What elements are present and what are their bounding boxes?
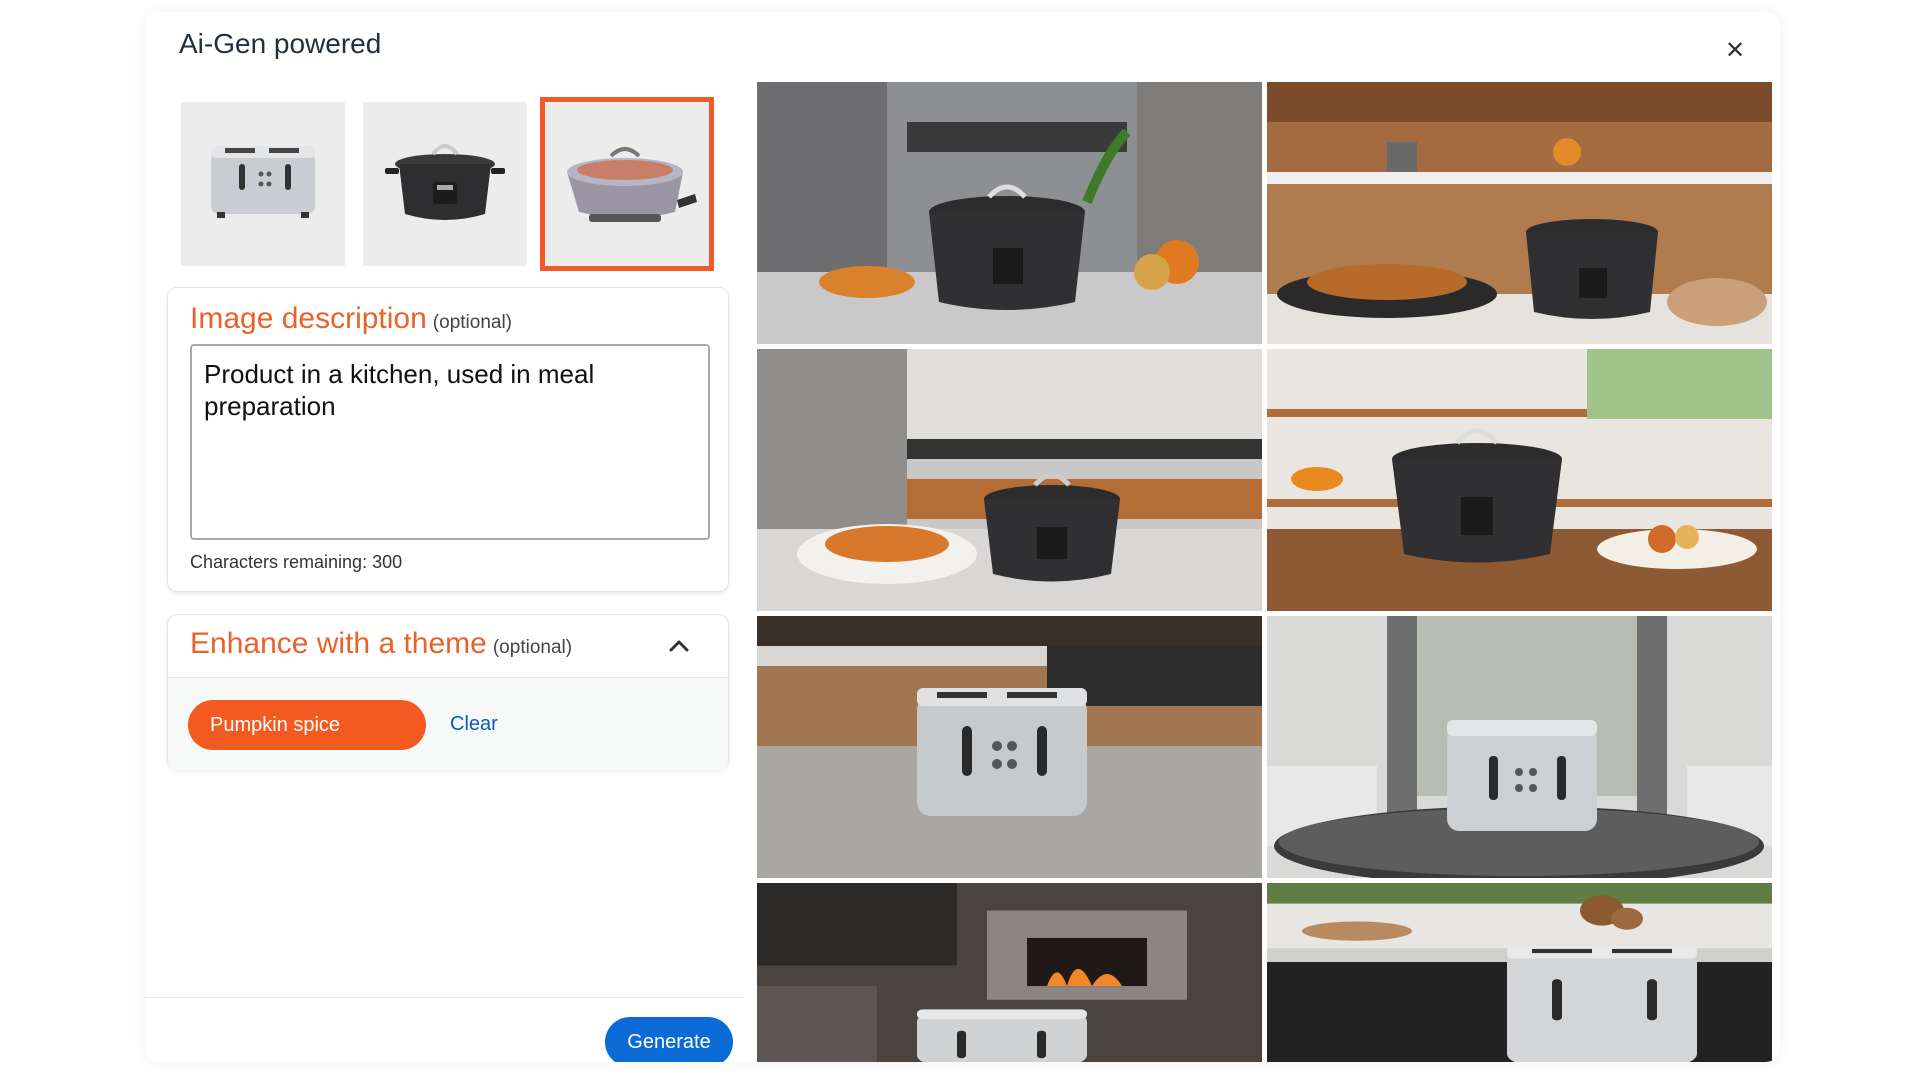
- theme-body: Pumpkin spice Clear: [168, 678, 728, 770]
- ai-gen-modal: Ai-Gen powered ✕ Image description (opti…: [145, 12, 1780, 1062]
- generated-image-4[interactable]: [1267, 349, 1772, 611]
- image-description-input[interactable]: Product in a kitchen, used in meal prepa…: [190, 344, 710, 540]
- optional-label: (optional): [492, 637, 573, 658]
- optional-label: (optional): [432, 312, 513, 333]
- thumbnail-electric-skillet[interactable]: [540, 97, 714, 271]
- generated-image-8[interactable]: [1267, 883, 1772, 1062]
- generated-image-2[interactable]: [1267, 82, 1772, 344]
- close-icon[interactable]: ✕: [1722, 38, 1748, 64]
- generated-image-3[interactable]: [757, 349, 1262, 611]
- characters-remaining: Characters remaining: 300: [190, 552, 403, 572]
- product-thumbnails: [181, 97, 714, 271]
- footer-divider: [145, 997, 745, 998]
- thumbnail-slow-cooker[interactable]: [363, 102, 527, 266]
- thumbnail-toaster[interactable]: [181, 102, 345, 266]
- image-description-card: Image description (optional) Product in a…: [167, 287, 729, 592]
- generate-button[interactable]: Generate: [605, 1017, 733, 1062]
- clear-theme-link[interactable]: Clear: [450, 713, 498, 736]
- generated-images-grid: [757, 82, 1772, 1062]
- chevron-up-icon[interactable]: [666, 633, 692, 659]
- left-panel: Image description (optional) Product in a…: [145, 82, 745, 1062]
- theme-label: Enhance with a theme: [190, 627, 487, 660]
- generated-image-6[interactable]: [1267, 616, 1772, 878]
- generated-image-7[interactable]: [757, 883, 1262, 1062]
- theme-header[interactable]: Enhance with a theme (optional): [168, 615, 728, 678]
- theme-card: Enhance with a theme (optional) Pumpkin s…: [167, 614, 729, 770]
- generated-image-5[interactable]: [757, 616, 1262, 878]
- theme-pill-pumpkin-spice[interactable]: Pumpkin spice: [188, 700, 426, 750]
- generated-image-1[interactable]: [757, 82, 1262, 344]
- theme-title: Enhance with a theme (optional): [190, 627, 572, 661]
- image-description-label: Image description: [190, 302, 427, 335]
- image-description-title: Image description (optional): [190, 302, 512, 336]
- modal-title: Ai-Gen powered: [179, 28, 382, 59]
